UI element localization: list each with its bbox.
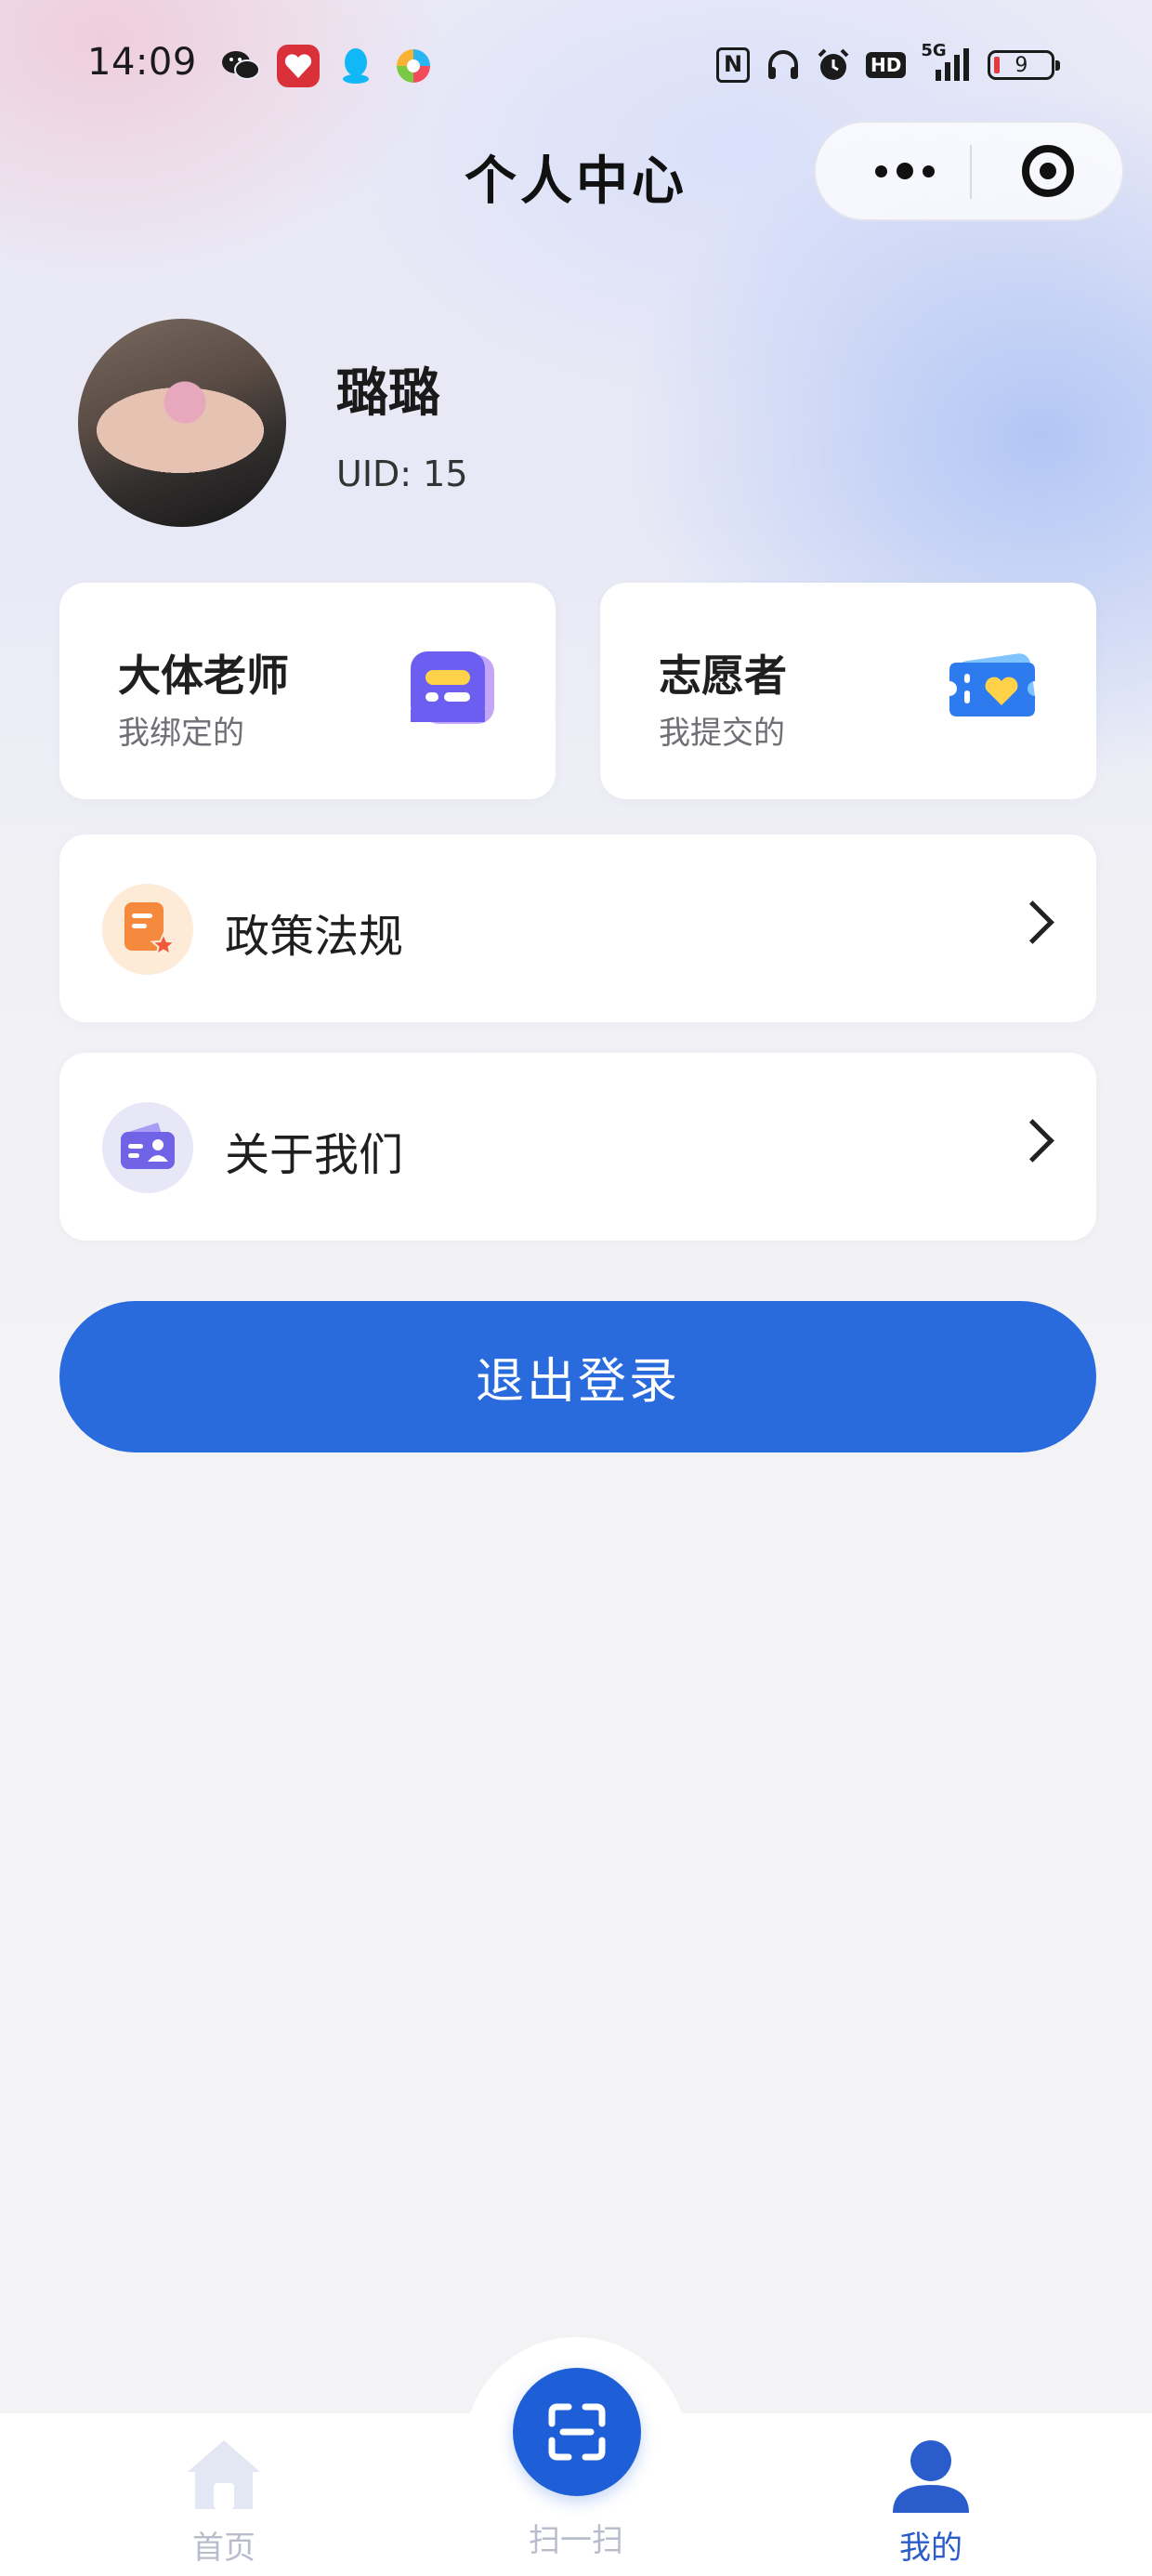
user-icon — [838, 2435, 1024, 2517]
scan-icon — [548, 2403, 606, 2461]
app-red-icon — [277, 45, 320, 87]
tab-label: 首页 — [192, 2530, 255, 2567]
heart-ticket-icon — [946, 644, 1039, 737]
user-uid: UID: 15 — [336, 453, 468, 494]
username: 璐璐 — [336, 363, 440, 424]
status-time: 14:09 — [87, 41, 197, 84]
battery-icon: 9 — [988, 50, 1061, 80]
5g-signal-icon: 5G — [921, 41, 973, 84]
quick-card-title: 志愿者 — [659, 651, 787, 701]
home-icon — [131, 2435, 317, 2517]
capsule-divider — [970, 145, 972, 199]
signal-label: 5G — [921, 41, 947, 60]
ticket-purple-icon — [405, 644, 498, 737]
tab-label: 我的 — [899, 2530, 962, 2567]
qq-icon — [334, 45, 377, 87]
headphones-icon — [766, 46, 801, 84]
hd-label: HD — [866, 52, 907, 78]
quick-card-title: 大体老师 — [118, 651, 289, 701]
hd-icon: HD — [866, 46, 907, 84]
alarm-icon — [816, 46, 851, 84]
quick-card-volunteer[interactable]: 志愿者 我提交的 — [600, 583, 1096, 799]
tab-home[interactable]: 首页 — [131, 2435, 317, 2568]
menu-item-label: 政策法规 — [225, 911, 404, 963]
logout-button[interactable]: 退出登录 — [59, 1301, 1096, 1452]
about-card-icon — [102, 1102, 193, 1193]
chevron-right-icon — [1011, 1119, 1054, 1163]
menu-item-about[interactable]: 关于我们 — [59, 1053, 1096, 1241]
system-status-icons: N HD 5G 9 — [715, 41, 1061, 84]
policy-document-icon — [102, 884, 193, 975]
nfc-icon: N — [715, 46, 751, 84]
notification-icons — [219, 45, 435, 87]
quick-card-teacher[interactable]: 大体老师 我绑定的 — [59, 583, 556, 799]
chevron-right-icon — [1011, 900, 1054, 944]
battery-level: 9 — [1015, 53, 1028, 77]
menu-item-label: 关于我们 — [225, 1129, 404, 1181]
quick-card-subtitle: 我提交的 — [659, 715, 785, 752]
colorful-app-icon — [392, 45, 435, 87]
more-menu-icon[interactable] — [849, 123, 961, 219]
miniprogram-capsule — [814, 121, 1124, 221]
close-miniprogram-icon[interactable] — [1022, 145, 1074, 197]
tab-label-scan[interactable]: 扫一扫 — [483, 2515, 669, 2560]
wechat-icon — [219, 45, 262, 87]
nfc-label: N — [716, 47, 750, 83]
scan-button[interactable] — [513, 2368, 641, 2496]
quick-card-subtitle: 我绑定的 — [118, 715, 244, 752]
menu-item-policy[interactable]: 政策法规 — [59, 835, 1096, 1022]
avatar[interactable] — [78, 319, 286, 527]
tab-mine[interactable]: 我的 — [838, 2435, 1024, 2568]
